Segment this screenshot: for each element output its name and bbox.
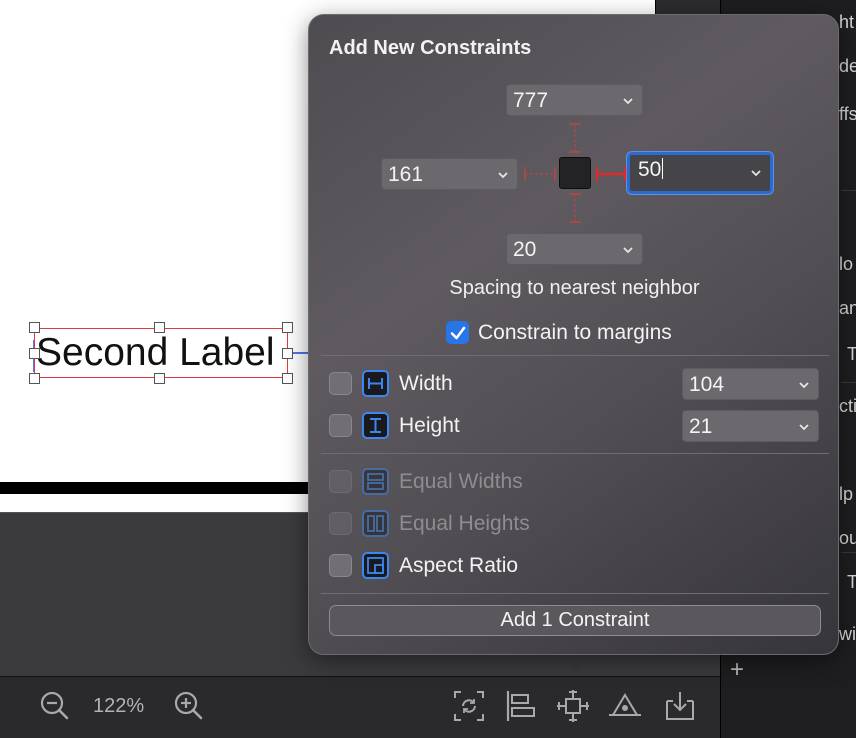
add-constraints-icon[interactable] [556, 689, 590, 723]
width-checkbox[interactable] [329, 372, 352, 395]
selected-view-square [559, 157, 591, 189]
height-value-field[interactable]: 21 [682, 410, 819, 442]
leading-spacing-value[interactable]: 161 [388, 163, 423, 187]
resize-handle-top-right[interactable] [282, 322, 293, 333]
chevron-down-icon[interactable] [797, 420, 811, 434]
resize-handle-left[interactable] [29, 348, 40, 359]
resize-handle-top[interactable] [154, 322, 165, 333]
second-label[interactable]: Second Label [36, 330, 286, 376]
checkmark-icon [450, 326, 466, 340]
inspector-fragment: cti [839, 396, 856, 416]
resize-handle-top-left[interactable] [29, 322, 40, 333]
add-constraints-popover: Add New Constraints 777 161 50 20 Spacin… [308, 14, 839, 655]
zoom-level[interactable]: 122% [93, 695, 144, 718]
embed-in-icon[interactable] [663, 689, 697, 723]
popover-divider [321, 355, 829, 356]
add-constraints-button[interactable]: Add 1 Constraint [329, 605, 821, 636]
width-label[interactable]: Width [399, 372, 453, 396]
update-frames-icon[interactable] [452, 689, 486, 723]
inspector-fragment: ou [839, 528, 856, 548]
trailing-constraint-ibeam[interactable] [593, 165, 629, 183]
chevron-down-icon[interactable] [496, 168, 510, 182]
top-spacing-value[interactable]: 777 [513, 89, 548, 113]
plus-icon[interactable]: + [730, 656, 744, 684]
constrain-to-margins-checkbox[interactable] [446, 321, 469, 344]
top-spacing-field[interactable]: 777 [506, 84, 643, 116]
spacing-label: Spacing to nearest neighbor [449, 277, 700, 299]
zoom-out-icon[interactable] [38, 689, 72, 723]
inspector-fragment: T [847, 344, 856, 364]
inspector-fragment: an [839, 298, 856, 318]
aspect-ratio-label[interactable]: Aspect Ratio [399, 554, 518, 578]
chevron-down-icon[interactable] [621, 243, 635, 257]
height-value[interactable]: 21 [689, 415, 712, 439]
height-label[interactable]: Height [399, 414, 460, 438]
text-caret [662, 158, 664, 179]
height-checkbox[interactable] [329, 414, 352, 437]
inspector-fragment: lp [839, 484, 854, 504]
inspector-fragment: ffs [839, 104, 856, 124]
resize-handle-bottom-right[interactable] [282, 373, 293, 384]
chevron-down-icon[interactable] [749, 166, 763, 180]
equal-widths-label[interactable]: Equal Widths [399, 470, 523, 494]
chevron-down-icon[interactable] [797, 378, 811, 392]
width-value-field[interactable]: 104 [682, 368, 819, 400]
resize-handle-bottom[interactable] [154, 373, 165, 384]
bottom-spacing-value[interactable]: 20 [513, 238, 536, 262]
popover-divider [321, 593, 829, 594]
equal-heights-label[interactable]: Equal Heights [399, 512, 530, 536]
bottom-constraint-ibeam[interactable] [567, 191, 583, 225]
width-value[interactable]: 104 [689, 373, 724, 397]
inspector-fragment: de [839, 56, 856, 76]
inspector-divider [841, 552, 856, 553]
inspector-divider [841, 382, 856, 383]
equal-heights-icon [362, 510, 389, 537]
trailing-spacing-input[interactable]: 50 [638, 158, 664, 182]
top-constraint-ibeam[interactable] [567, 121, 583, 155]
canvas-toolbar: 122% [0, 676, 720, 738]
leading-constraint-ibeam[interactable] [522, 165, 558, 183]
resolve-issues-icon[interactable] [608, 689, 642, 723]
trailing-spacing-value[interactable]: 50 [638, 158, 661, 181]
inspector-fragment: wi [839, 624, 856, 644]
trailing-spacing-field[interactable]: 50 [627, 152, 773, 194]
align-icon[interactable] [503, 689, 537, 723]
inspector-divider [841, 190, 856, 191]
height-constraint-icon [362, 412, 389, 439]
popover-arrow [561, 652, 591, 674]
aspect-ratio-icon [362, 552, 389, 579]
equal-widths-checkbox[interactable] [329, 470, 352, 493]
chevron-down-icon[interactable] [621, 94, 635, 108]
bottom-spacing-field[interactable]: 20 [506, 233, 643, 265]
constrain-to-margins-label[interactable]: Constrain to margins [478, 321, 672, 345]
popover-divider [321, 453, 829, 454]
zoom-in-icon[interactable] [172, 689, 206, 723]
inspector-fragment: ht [839, 12, 855, 32]
resize-handle-right[interactable] [282, 348, 293, 359]
inspector-fragment: T [847, 572, 856, 592]
equal-widths-icon [362, 468, 389, 495]
leading-spacing-field[interactable]: 161 [381, 158, 518, 190]
aspect-ratio-checkbox[interactable] [329, 554, 352, 577]
popover-title: Add New Constraints [329, 37, 532, 59]
equal-heights-checkbox[interactable] [329, 512, 352, 535]
inspector-fragment: lo [839, 254, 854, 274]
resize-handle-bottom-left[interactable] [29, 373, 40, 384]
width-constraint-icon [362, 370, 389, 397]
